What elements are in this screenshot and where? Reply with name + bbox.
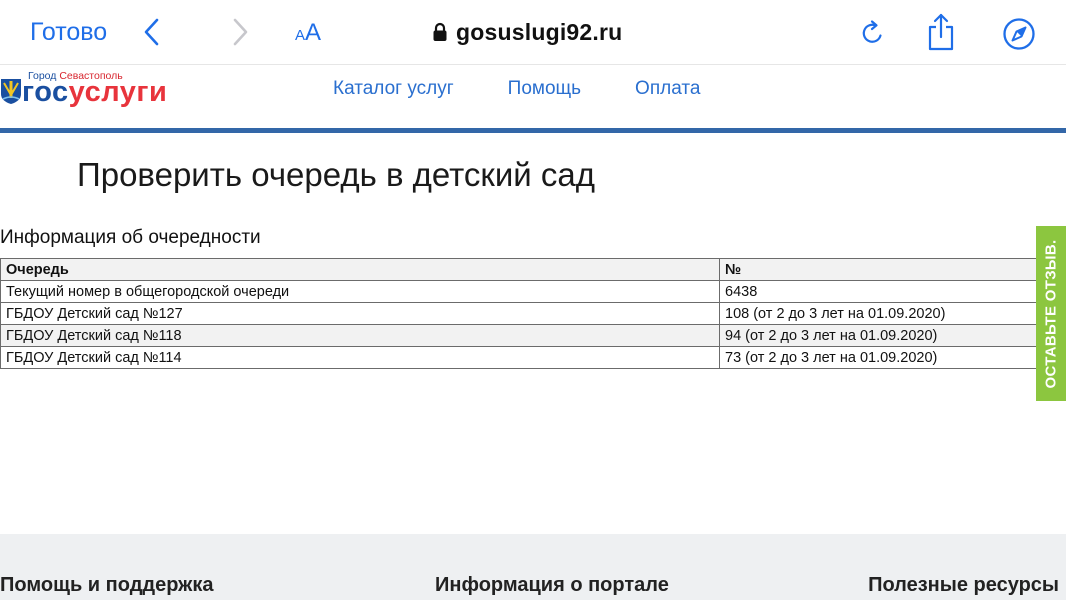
feedback-tab[interactable]: ОСТАВЬТЕ ОТЗЫВ. [1036, 226, 1066, 401]
row-queue-number: 6438 [719, 280, 1045, 303]
top-nav: Каталог услуг Помощь Оплата [333, 78, 700, 100]
compass-icon[interactable] [1002, 17, 1036, 51]
queue-info-caption: Информация об очередности [0, 227, 261, 248]
table-row: ГБДОУ Детский сад №118 94 (от 2 до 3 лет… [0, 324, 1045, 347]
page-title: Проверить очередь в детский сад [77, 156, 596, 193]
text-size-button[interactable]: AA [295, 18, 321, 51]
text-size-small-glyph: A [295, 27, 306, 44]
logo-word-gos: гос [22, 76, 69, 108]
gosuslugi-logo[interactable]: Город Севастополь госуслуги [0, 70, 200, 114]
sevastopol-emblem-icon [1, 79, 21, 104]
footer-help-heading[interactable]: Помощь и поддержка [0, 574, 213, 597]
feedback-label: ОСТАВЬТЕ ОТЗЫВ. [1042, 239, 1060, 389]
table-row: Текущий номер в общегородской очереди 64… [0, 280, 1045, 303]
row-queue-number: 73 (от 2 до 3 лет на 01.09.2020) [719, 346, 1045, 369]
row-queue-number: 108 (от 2 до 3 лет на 01.09.2020) [719, 302, 1045, 325]
table-header-row: Очередь № [0, 258, 1045, 281]
logo-wordmark: госуслуги [22, 76, 167, 108]
address-bar[interactable]: gosuslugi92.ru [432, 15, 622, 49]
header-number: № [719, 258, 1045, 281]
logo-word-uslugi: услуги [68, 76, 168, 108]
nav-help-link[interactable]: Помощь [508, 78, 581, 100]
table-row: ГБДОУ Детский сад №114 73 (от 2 до 3 лет… [0, 346, 1045, 369]
lock-icon [433, 22, 447, 41]
row-queue-name: ГБДОУ Детский сад №114 [0, 346, 720, 369]
queue-table: Очередь № Текущий номер в общегородской … [0, 258, 1045, 369]
done-button[interactable]: Готово [30, 16, 107, 48]
footer-resources-heading[interactable]: Полезные ресурсы [868, 574, 1059, 597]
chevron-right-icon[interactable] [228, 16, 252, 48]
browser-toolbar: Готово AA gosuslugi92.ru [0, 0, 1066, 64]
header-divider [0, 128, 1066, 133]
address-url: gosuslugi92.ru [456, 18, 623, 45]
share-icon[interactable] [924, 12, 958, 52]
site-header: Город Севастополь госуслуги Каталог услу… [0, 64, 1066, 120]
row-queue-number: 94 (от 2 до 3 лет на 01.09.2020) [719, 324, 1045, 347]
site-footer: Помощь и поддержка Информация о портале … [0, 534, 1066, 600]
footer-portal-info-heading[interactable]: Информация о портале [435, 574, 669, 597]
nav-payment-link[interactable]: Оплата [635, 78, 700, 100]
row-queue-name: ГБДОУ Детский сад №127 [0, 302, 720, 325]
row-queue-name: ГБДОУ Детский сад №118 [0, 324, 720, 347]
table-row: ГБДОУ Детский сад №127 108 (от 2 до 3 ле… [0, 302, 1045, 325]
nav-catalog-link[interactable]: Каталог услуг [333, 78, 454, 100]
header-queue: Очередь [0, 258, 720, 281]
row-queue-name: Текущий номер в общегородской очереди [0, 280, 720, 303]
reload-icon[interactable] [858, 18, 888, 48]
chevron-left-icon[interactable] [140, 16, 164, 48]
text-size-big-glyph: A [305, 19, 322, 46]
